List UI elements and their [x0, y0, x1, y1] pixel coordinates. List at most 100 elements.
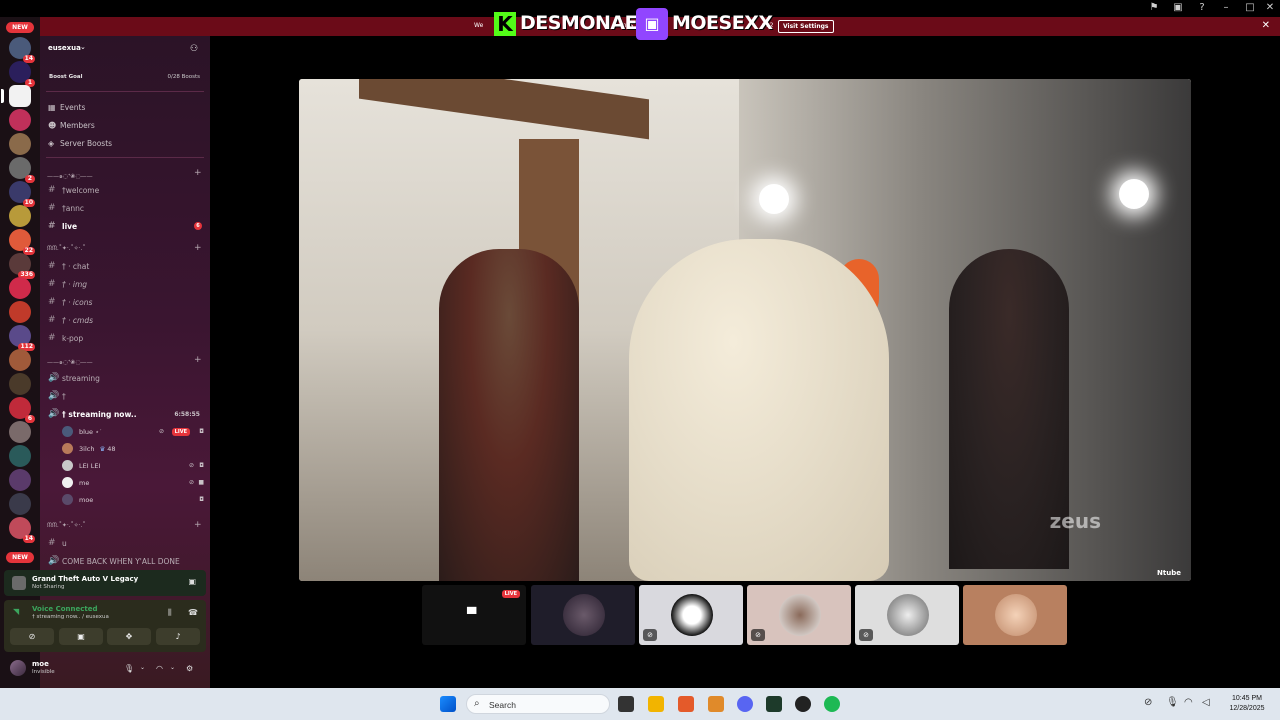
server-icon-18[interactable]: [9, 445, 31, 467]
participant-tile[interactable]: [963, 585, 1067, 645]
activity-panel[interactable]: Grand Theft Auto V Legacy Not Sharing ▣: [4, 570, 206, 596]
voice-user[interactable]: LEI LEI ⊘ ◘: [62, 460, 208, 471]
participant-tile[interactable]: ⊘: [747, 585, 851, 645]
screen-icon[interactable]: ▣: [1172, 2, 1184, 14]
server-icon-6[interactable]: 2: [9, 157, 35, 183]
server-icon-15[interactable]: [9, 373, 31, 395]
channel-img[interactable]: # † · img: [48, 279, 206, 289]
add-channel-icon[interactable]: +: [194, 243, 202, 253]
server-icon-9[interactable]: 22: [9, 229, 35, 255]
voice-user[interactable]: moe ◘: [62, 494, 208, 505]
channel-annc[interactable]: # †annc: [48, 203, 206, 213]
microphone-icon[interactable]: 🎙: [1166, 697, 1179, 708]
server-icon-1[interactable]: 14: [9, 37, 35, 63]
channel-cmds[interactable]: # † · cmds: [48, 315, 206, 325]
server-icon-5[interactable]: [9, 133, 31, 155]
category-header-1[interactable]: ——๑◌ᐩ❀◌——: [47, 171, 93, 181]
share-screen-icon[interactable]: ▣: [188, 577, 196, 586]
voice-channel-streaming[interactable]: 🔊 streaming: [48, 373, 206, 383]
close-window-button[interactable]: ✕: [1264, 2, 1276, 14]
taskbar-search[interactable]: ⌕ Search: [466, 694, 610, 714]
brave-browser-icon[interactable]: [678, 696, 694, 712]
minimize-button[interactable]: –: [1220, 2, 1232, 14]
add-channel-icon[interactable]: +: [194, 168, 202, 178]
discord-icon[interactable]: [737, 696, 753, 712]
boost-goal-bar[interactable]: Boost Goal 0/28 Boosts: [44, 68, 206, 88]
close-icon[interactable]: ✕: [1262, 20, 1270, 31]
user-name[interactable]: moe: [32, 660, 49, 668]
spotify-icon[interactable]: [824, 696, 840, 712]
server-icon-11[interactable]: [9, 277, 31, 299]
maximize-button[interactable]: □: [1244, 2, 1256, 14]
participant-tile[interactable]: [531, 585, 635, 645]
channel-kpop[interactable]: # k-pop: [48, 333, 206, 343]
nav-server-boosts[interactable]: ◈ Server Boosts: [48, 139, 112, 148]
server-icon-10[interactable]: 336: [9, 253, 35, 279]
camera-toggle-button[interactable]: ⊘: [10, 628, 54, 645]
channel-live[interactable]: # live 6: [48, 221, 206, 231]
add-channel-icon[interactable]: +: [194, 520, 202, 530]
chevron-down-icon[interactable]: ⌄: [140, 664, 145, 671]
participant-tile[interactable]: LIVE ▀: [422, 585, 526, 645]
category-header-3[interactable]: ——๑◌ᐩ❀◌——: [47, 357, 93, 367]
noise-suppression-icon[interactable]: ⫼: [168, 608, 172, 618]
nav-members[interactable]: ☻ Members: [48, 121, 95, 130]
visit-settings-button[interactable]: Visit Settings: [778, 20, 834, 33]
channel-u[interactable]: # u: [48, 538, 206, 548]
terminal-icon[interactable]: [766, 696, 782, 712]
server-icon-16[interactable]: 6: [9, 397, 35, 423]
server-icon-4[interactable]: [9, 109, 31, 131]
inbox-icon[interactable]: ⚑: [1148, 2, 1160, 14]
category-header-2[interactable]: ᙏᙏ.˚✦·.˚✧·.˚: [47, 245, 86, 253]
volume-icon[interactable]: ◁: [1202, 697, 1210, 708]
nav-events[interactable]: ▦ Events: [48, 103, 85, 112]
server-icon-19[interactable]: [9, 469, 31, 491]
microphone-icon[interactable]: 🎙: [124, 664, 134, 673]
server-icon-21[interactable]: 14: [9, 517, 35, 543]
server-icon-8[interactable]: [9, 205, 31, 227]
server-icon-7[interactable]: 10: [9, 181, 35, 207]
file-explorer-icon[interactable]: [648, 696, 664, 712]
invite-icon[interactable]: ⚇: [190, 44, 198, 54]
taskbar-clock[interactable]: 10:45 PM 12/28/2025: [1224, 694, 1270, 714]
stream-video[interactable]: zeus Ntube: [299, 79, 1191, 581]
user-avatar[interactable]: [10, 660, 26, 676]
voice-user[interactable]: me ⊘ ■: [62, 477, 208, 488]
steam-icon[interactable]: [795, 696, 811, 712]
windows-start-icon[interactable]: [440, 696, 456, 712]
disconnect-icon[interactable]: ☎: [188, 608, 198, 617]
task-view-icon[interactable]: [618, 696, 634, 712]
channel-icons[interactable]: # † · icons: [48, 297, 206, 307]
gear-icon[interactable]: ⚙: [186, 664, 193, 673]
network-off-icon[interactable]: ⊘: [1144, 697, 1152, 708]
server-icon-17[interactable]: [9, 421, 31, 443]
chevron-down-icon[interactable]: ⌄: [80, 43, 86, 51]
category-header-4[interactable]: ᙏᙏ.˚✦·.˚✧·.˚: [47, 522, 86, 530]
voice-channel-dagger[interactable]: 🔊 †: [48, 391, 206, 401]
activities-button[interactable]: ✥: [107, 628, 151, 645]
server-icon-12[interactable]: [9, 301, 31, 323]
server-icon-2[interactable]: 1: [9, 61, 35, 87]
server-icon-20[interactable]: [9, 493, 31, 515]
voice-channel-come-back[interactable]: 🔊 COME BACK WHEN Y'ALL DONE: [48, 556, 206, 566]
voice-status[interactable]: Voice Connected: [32, 605, 98, 613]
server-icon-14[interactable]: [9, 349, 31, 371]
wifi-icon[interactable]: ◠: [1184, 697, 1193, 708]
voice-channel-streaming-now[interactable]: 🔊 † streaming now.. 6:58:55: [48, 409, 206, 419]
add-channel-icon[interactable]: +: [194, 355, 202, 365]
soundboard-button[interactable]: ♪: [156, 628, 200, 645]
voice-user[interactable]: 3ilch ♛ 48: [62, 443, 208, 454]
participant-tile[interactable]: ⊘: [639, 585, 743, 645]
server-icon-13[interactable]: 112: [9, 325, 35, 351]
voice-user[interactable]: blue ⋆˙ ⊘ LIVE ◘: [62, 426, 208, 437]
headphones-icon[interactable]: ◠: [156, 664, 163, 673]
share-screen-button[interactable]: ▣: [59, 628, 103, 645]
app-icon[interactable]: [708, 696, 724, 712]
channel-chat[interactable]: # † · chat: [48, 261, 206, 271]
participant-tile[interactable]: ⊘: [855, 585, 959, 645]
chevron-down-icon[interactable]: ⌄: [170, 664, 175, 671]
channel-welcome[interactable]: # †welcome: [48, 185, 206, 195]
server-name[interactable]: eusexua: [48, 44, 81, 52]
server-icon-current[interactable]: [1, 85, 31, 107]
help-icon[interactable]: ?: [1196, 2, 1208, 14]
